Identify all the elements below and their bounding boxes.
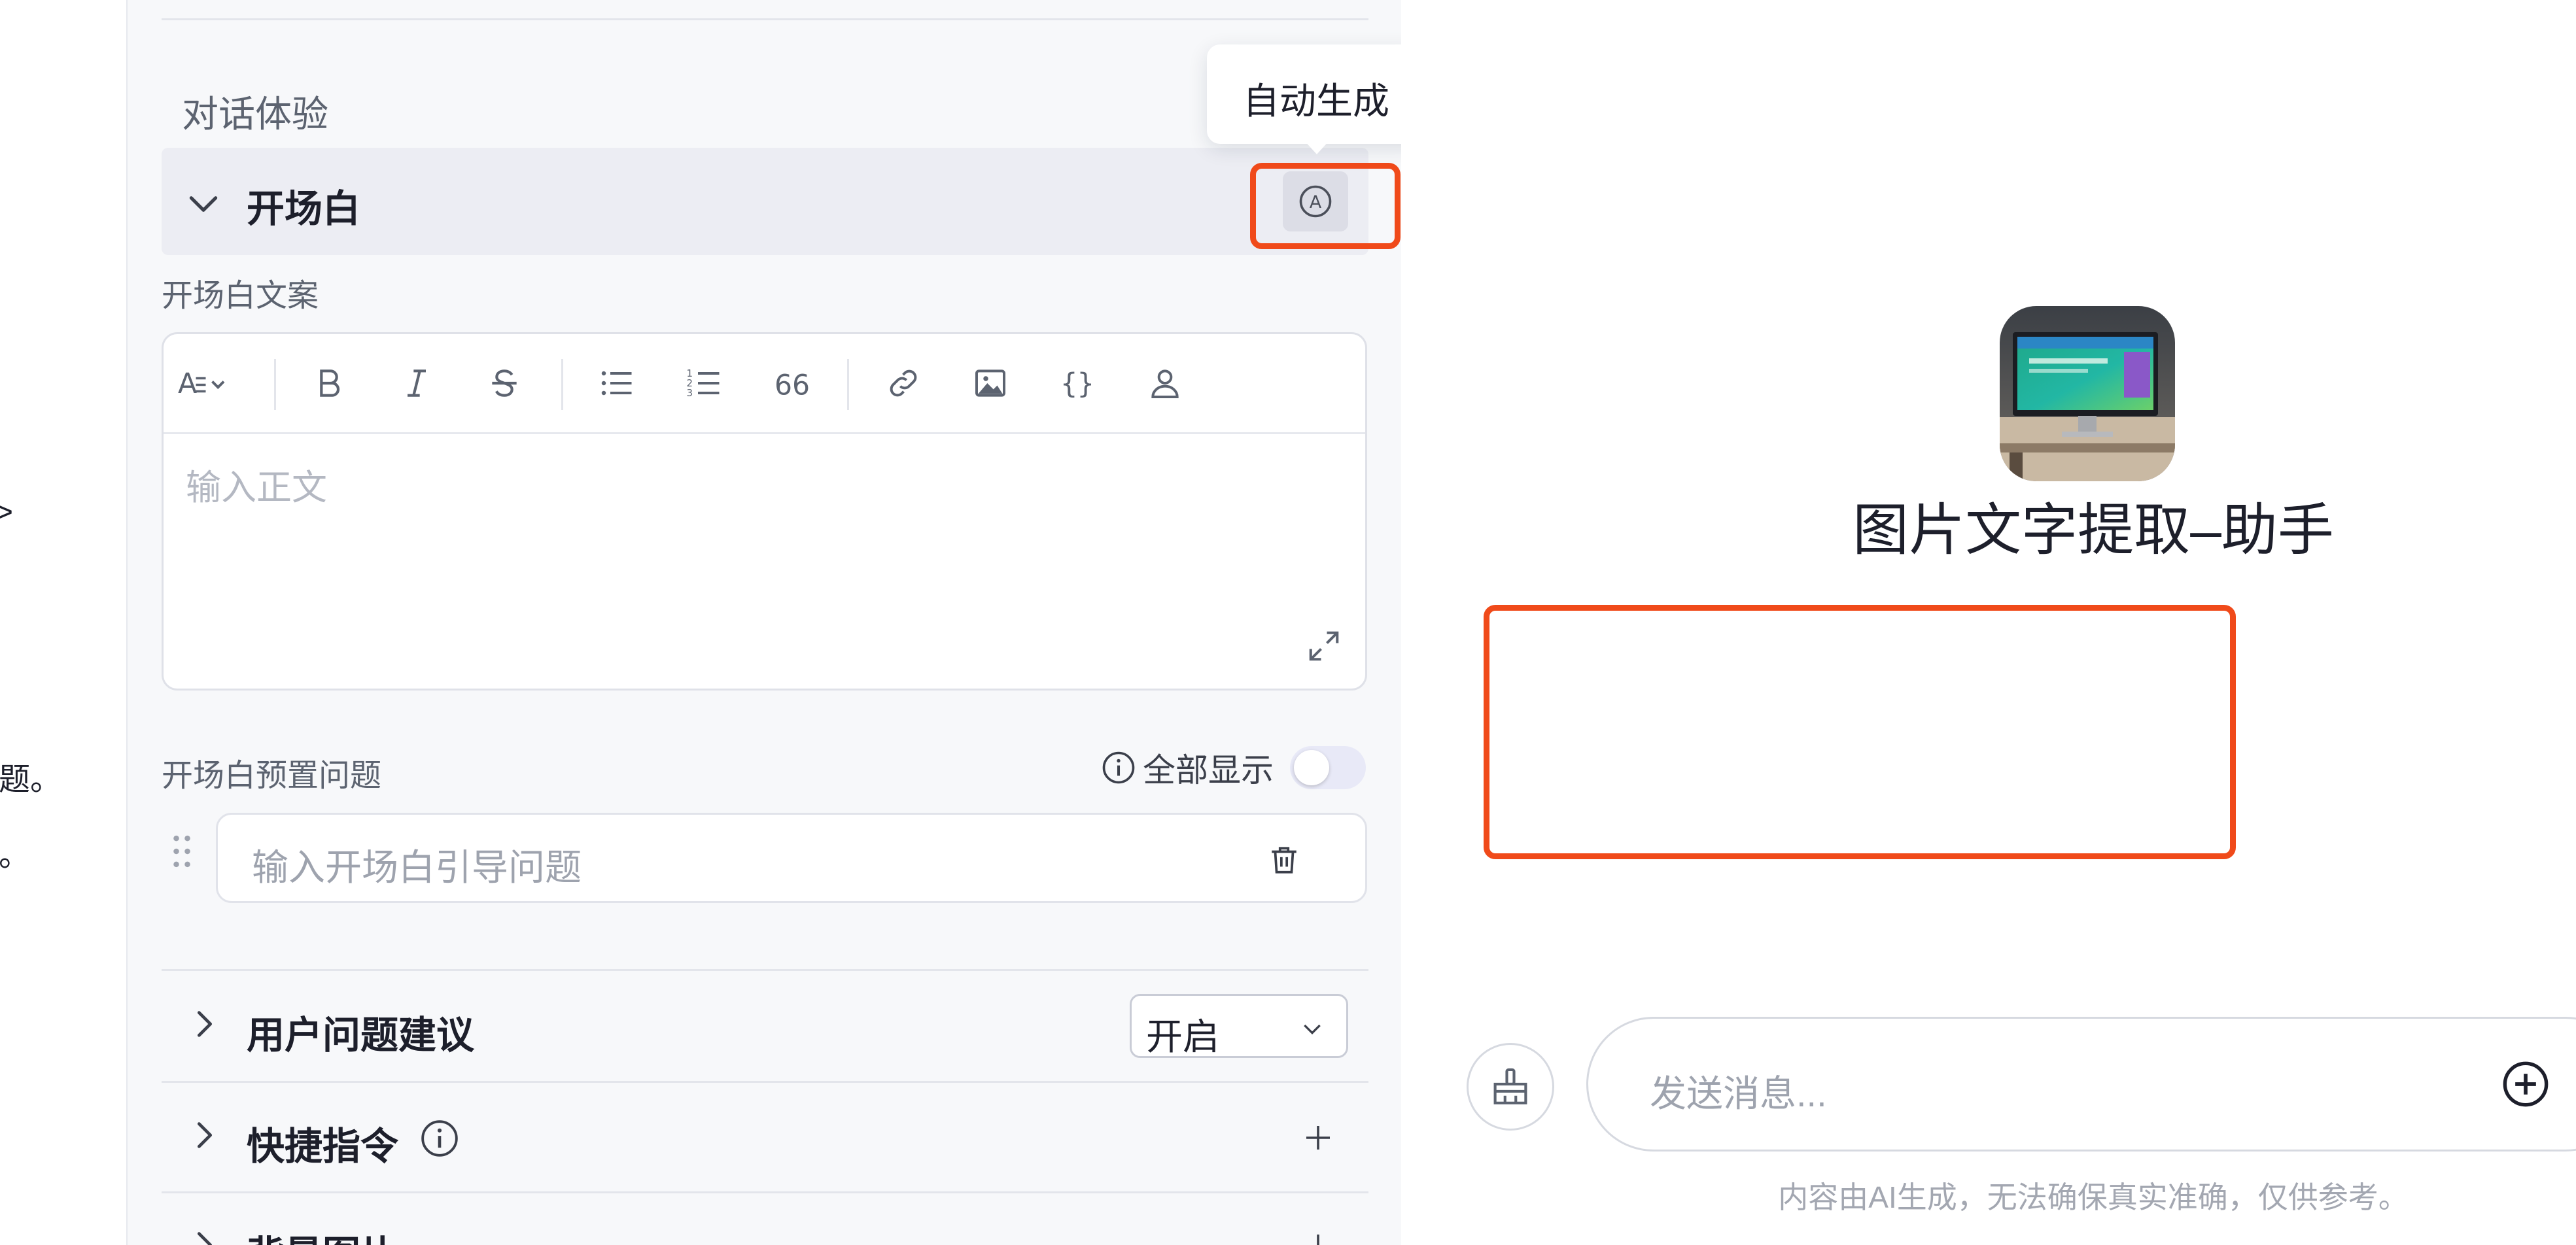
divider [162,969,1368,971]
bot-name: 图片文字提取–助手 [1853,499,2334,562]
trash-icon[interactable] [1268,842,1300,878]
mention-user-icon[interactable] [1142,360,1188,406]
row-title: 背景图片 [247,1224,398,1245]
select-value: 开启 [1146,1016,1219,1057]
show-all-toggle[interactable] [1290,746,1366,789]
show-all-text: 全部显示 [1143,752,1274,789]
add-icon[interactable] [1302,1122,1334,1153]
message-input[interactable]: 发送消息... [1586,1017,2576,1151]
svg-text:{}: {} [1060,368,1094,400]
show-all-label: 全部显示 [1101,748,1274,789]
highlight-box [1484,605,2236,859]
svg-text:A: A [178,368,197,400]
bullet-list-icon[interactable] [594,360,640,406]
shortcut-row[interactable]: 快捷指令 [162,1083,1368,1193]
image-icon[interactable] [967,360,1013,406]
editor-toolbar: A 123 66 {} [164,334,1365,434]
chevron-right-icon[interactable] [188,1118,222,1152]
chevron-down-icon [1304,1024,1321,1035]
svg-text:66: 66 [775,370,810,402]
svg-text:3: 3 [687,387,693,399]
chevron-down-icon[interactable] [185,186,222,222]
opening-title: 开场白 [247,188,361,230]
section-title: 对话体验 [182,94,328,135]
italic-icon[interactable] [394,360,440,406]
bot-avatar [2000,306,2175,481]
expand-icon[interactable] [1306,628,1342,664]
row-title: 用户问题建议 [247,1014,475,1057]
left-sidebar: > 话题。 求。 [0,0,128,1245]
info-icon[interactable] [419,1118,460,1159]
strikethrough-icon[interactable] [481,360,527,406]
add-icon[interactable] [1302,1231,1334,1245]
preset-questions-label: 开场白预置问题 [162,759,382,793]
preset-question-placeholder: 输入开场白引导问题 [252,847,582,888]
numbered-list-icon[interactable]: 123 [682,360,727,406]
divider [162,1191,1368,1193]
sidebar-snippet: 话题。 [0,762,62,797]
code-icon[interactable]: {} [1054,360,1100,406]
editor-placeholder: 输入正文 [186,468,327,507]
sidebar-snippet: > [0,494,13,530]
toggle-knob [1294,750,1329,785]
add-attachment-icon[interactable] [2501,1059,2550,1109]
highlight-box [1250,163,1401,249]
chevron-right-icon[interactable] [188,1007,222,1041]
toolbar-divider [561,359,563,410]
toolbar-divider [847,359,849,410]
toolbar-divider [274,359,276,410]
ai-disclaimer: 内容由AI生成，无法确保真实准确，仅供参考。 [1778,1180,2409,1214]
tooltip-text: 自动生成 [1243,80,1389,122]
clear-context-button[interactable] [1467,1043,1554,1131]
tooltip: 自动生成 [1207,44,1425,144]
drag-handle-icon[interactable] [171,832,193,871]
user-suggestion-select[interactable]: 开启 [1130,994,1348,1058]
preset-question-input[interactable]: 输入开场白引导问题 [216,813,1367,903]
link-icon[interactable] [880,360,926,406]
chevron-right-icon[interactable] [188,1228,222,1245]
text-style-icon[interactable]: A [178,360,243,406]
bold-icon[interactable] [306,360,352,406]
background-image-row[interactable]: 背景图片 [162,1194,1368,1245]
sidebar-snippet: 求。 [0,838,31,873]
message-placeholder: 发送消息... [1650,1073,1827,1114]
broom-icon [1493,1068,1527,1104]
opening-content-label: 开场白文案 [162,279,319,313]
row-title: 快捷指令 [247,1125,399,1168]
opening-section-header[interactable]: 开场白 [162,148,1368,255]
divider [162,18,1368,20]
tooltip-arrow [1304,140,1330,154]
opening-editor[interactable]: A 123 66 {} 输入正文 [162,332,1367,691]
info-icon[interactable] [1101,750,1136,785]
quote-icon[interactable]: 66 [769,360,815,406]
